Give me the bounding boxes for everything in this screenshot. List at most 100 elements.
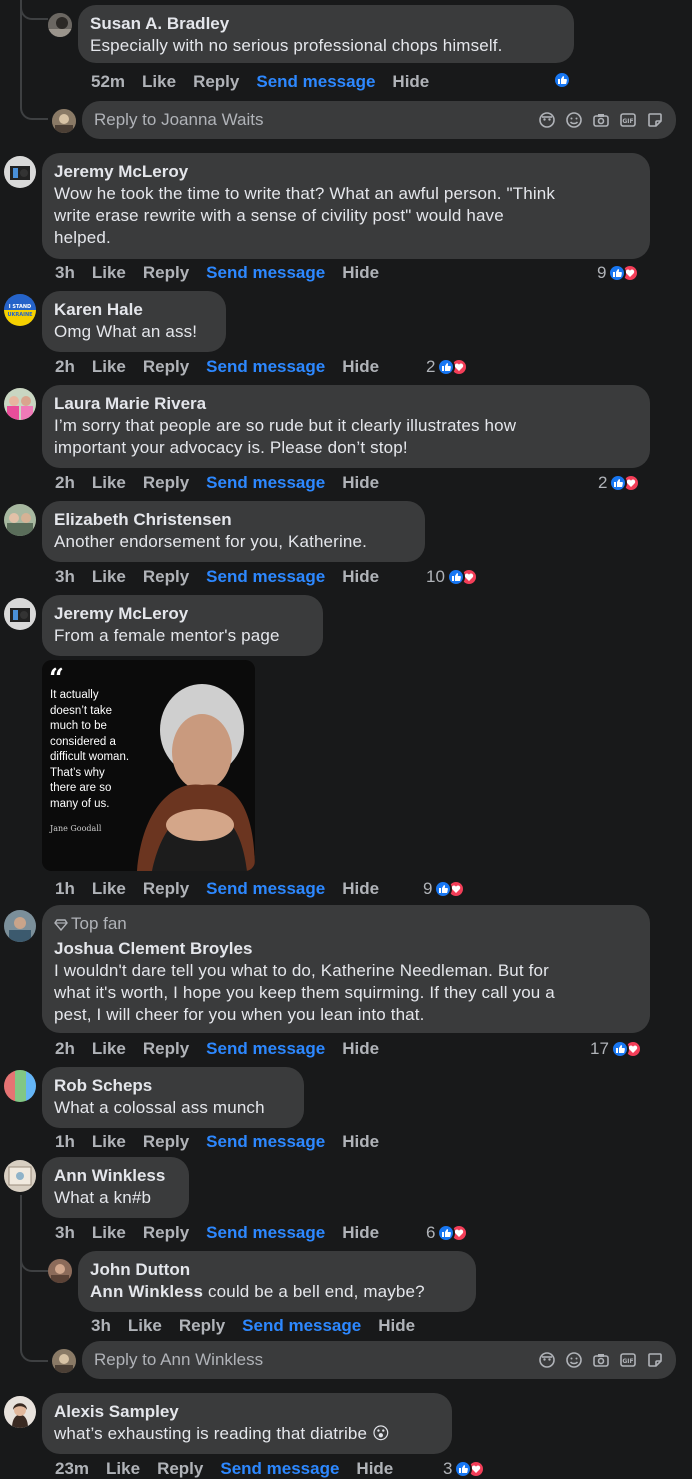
send-message-link[interactable]: Send message [220,1459,339,1479]
avatar[interactable] [4,388,36,420]
comment-author[interactable]: Karen Hale [54,299,214,321]
like-button[interactable]: Like [92,879,126,899]
comment-time[interactable]: 3h [91,1316,111,1336]
reaction-summary[interactable] [553,71,571,89]
avatar-sticker-icon[interactable] [538,1351,556,1369]
sticker-icon[interactable] [646,111,664,129]
attached-quote-image[interactable]: “ It actually doesn’t take much to be co… [42,660,255,871]
reply-button[interactable]: Reply [143,263,189,283]
avatar[interactable] [4,504,36,536]
reaction-summary[interactable]: 17 [590,1039,642,1059]
sticker-icon[interactable] [646,1351,664,1369]
avatar[interactable] [4,156,36,188]
comment-author[interactable]: Alexis Sampley [54,1401,440,1423]
comment-author[interactable]: Jeremy McLeroy [54,161,638,183]
hide-button[interactable]: Hide [342,357,379,377]
reply-button[interactable]: Reply [143,1039,189,1059]
reply-button[interactable]: Reply [193,72,239,92]
comment-author[interactable]: Rob Scheps [54,1075,292,1097]
reaction-summary[interactable]: 6 [426,1223,469,1243]
comment-author[interactable]: Jeremy McLeroy [54,603,311,625]
comment-author[interactable]: Elizabeth Christensen [54,509,413,531]
hide-button[interactable]: Hide [342,263,379,283]
hide-button[interactable]: Hide [342,1039,379,1059]
comment-time[interactable]: 3h [55,1223,75,1243]
reply-button[interactable]: Reply [143,473,189,493]
comment-author[interactable]: Susan A. Bradley [90,13,562,35]
comment-time[interactable]: 3h [55,263,75,283]
gif-icon[interactable]: GIF [619,1351,637,1369]
hide-button[interactable]: Hide [392,72,429,92]
hide-button[interactable]: Hide [342,1132,379,1152]
reply-input[interactable]: Reply to Joanna Waits GIF [82,101,676,139]
camera-icon[interactable] [592,111,610,129]
avatar[interactable] [4,1396,36,1428]
comment-time[interactable]: 2h [55,1039,75,1059]
camera-icon[interactable] [592,1351,610,1369]
like-button[interactable]: Like [92,1132,126,1152]
reply-button[interactable]: Reply [157,1459,203,1479]
comment-time[interactable]: 1h [55,1132,75,1152]
gif-icon[interactable]: GIF [619,111,637,129]
comment-time[interactable]: 2h [55,473,75,493]
send-message-link[interactable]: Send message [206,473,325,493]
reaction-summary[interactable]: 9 [423,879,466,899]
like-button[interactable]: Like [92,1039,126,1059]
like-button[interactable]: Like [92,357,126,377]
comment-time[interactable]: 1h [55,879,75,899]
avatar[interactable] [48,1259,72,1283]
reply-button[interactable]: Reply [143,879,189,899]
like-button[interactable]: Like [92,1223,126,1243]
send-message-link[interactable]: Send message [206,1039,325,1059]
like-button[interactable]: Like [92,473,126,493]
tagged-user[interactable]: Ann Winkless [90,1282,203,1301]
send-message-link[interactable]: Send message [206,1132,325,1152]
hide-button[interactable]: Hide [342,879,379,899]
send-message-link[interactable]: Send message [206,1223,325,1243]
send-message-link[interactable]: Send message [206,263,325,283]
hide-button[interactable]: Hide [342,567,379,587]
avatar[interactable] [4,1070,36,1102]
send-message-link[interactable]: Send message [242,1316,361,1336]
reply-button[interactable]: Reply [143,1223,189,1243]
reply-button[interactable]: Reply [143,357,189,377]
send-message-link[interactable]: Send message [206,879,325,899]
comment-time[interactable]: 23m [55,1459,89,1479]
reaction-summary[interactable]: 2 [426,357,469,377]
reaction-summary[interactable]: 3 [443,1459,486,1479]
avatar-sticker-icon[interactable] [538,111,556,129]
comment-time[interactable]: 3h [55,567,75,587]
comment-author[interactable]: John Dutton [90,1259,464,1281]
comment-time[interactable]: 2h [55,357,75,377]
reply-input[interactable]: Reply to Ann Winkless GIF [82,1341,676,1379]
avatar[interactable] [4,598,36,630]
comment-time[interactable]: 52m [91,72,125,92]
like-button[interactable]: Like [142,72,176,92]
avatar[interactable]: I STAND UKRAINE [4,294,36,326]
reaction-summary[interactable]: 2 [598,473,641,493]
comment-author[interactable]: Ann Winkless [54,1165,177,1187]
hide-button[interactable]: Hide [342,473,379,493]
reply-button[interactable]: Reply [143,567,189,587]
reaction-summary[interactable]: 9 [597,263,640,283]
hide-button[interactable]: Hide [356,1459,393,1479]
emoji-icon[interactable] [565,111,583,129]
hide-button[interactable]: Hide [378,1316,415,1336]
hide-button[interactable]: Hide [342,1223,379,1243]
send-message-link[interactable]: Send message [206,567,325,587]
like-button[interactable]: Like [128,1316,162,1336]
avatar[interactable] [4,1160,36,1192]
emoji-icon[interactable] [565,1351,583,1369]
avatar[interactable] [4,910,36,942]
comment-author[interactable]: Laura Marie Rivera [54,393,638,415]
reply-button[interactable]: Reply [179,1316,225,1336]
comment-author[interactable]: Joshua Clement Broyles [54,938,638,960]
avatar[interactable] [48,13,72,37]
send-message-link[interactable]: Send message [206,357,325,377]
reaction-summary[interactable]: 10 [426,567,478,587]
like-button[interactable]: Like [92,263,126,283]
like-button[interactable]: Like [106,1459,140,1479]
reply-button[interactable]: Reply [143,1132,189,1152]
like-button[interactable]: Like [92,567,126,587]
send-message-link[interactable]: Send message [256,72,375,92]
